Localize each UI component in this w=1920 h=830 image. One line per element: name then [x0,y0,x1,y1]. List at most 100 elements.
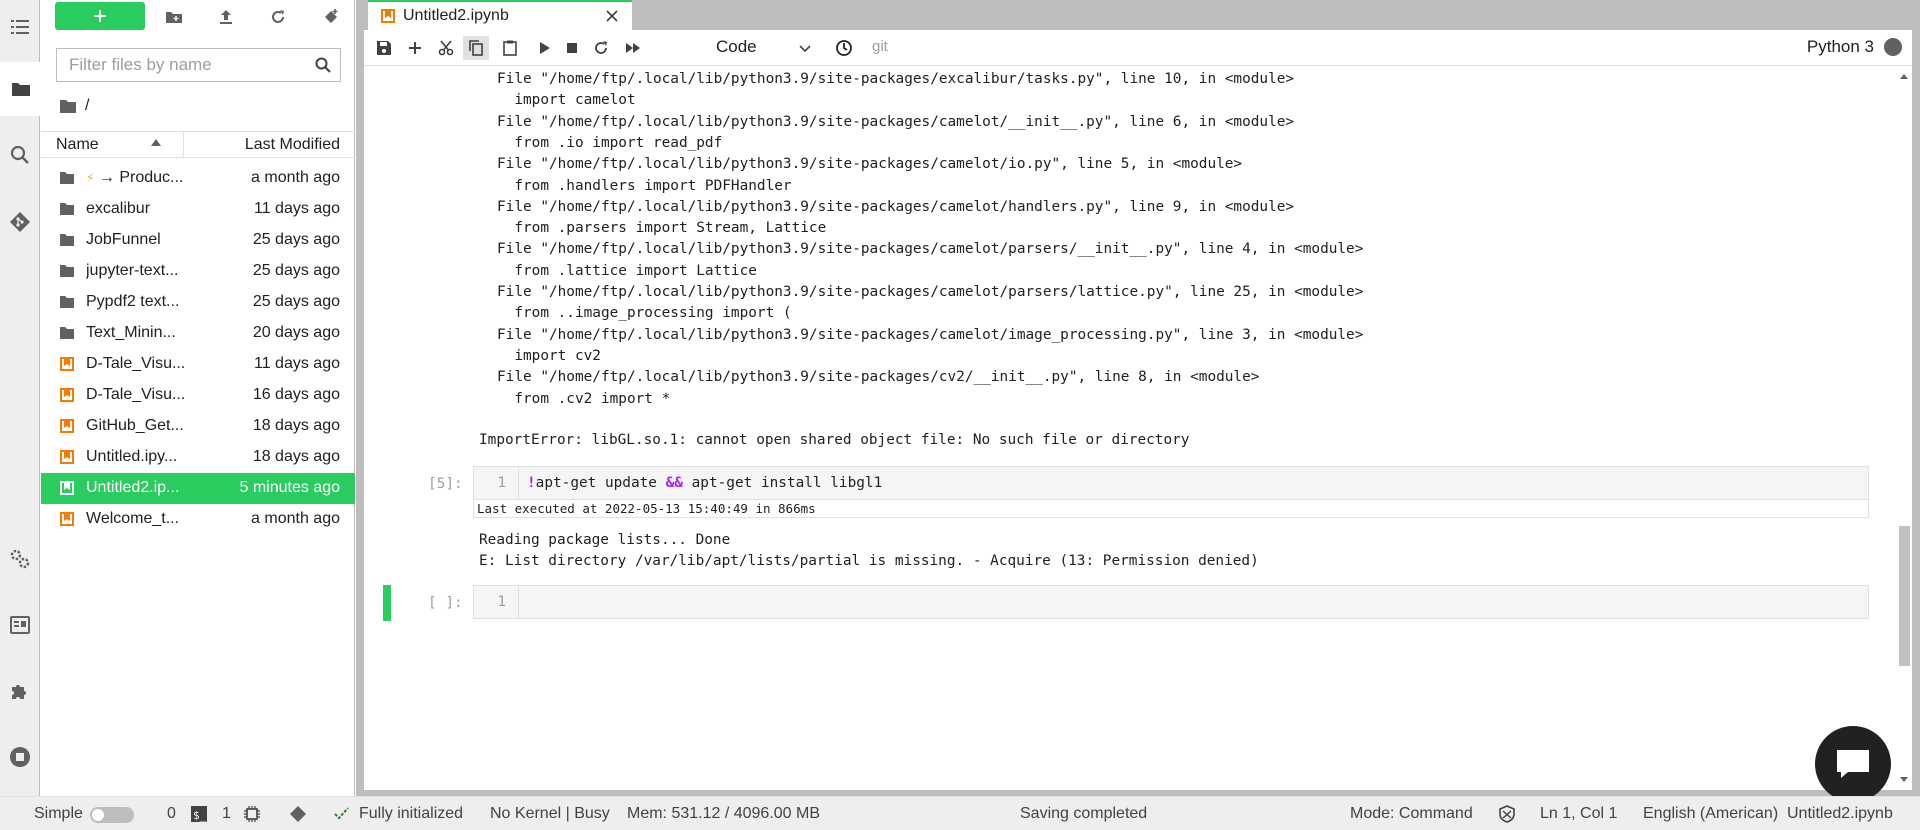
notebook-mode[interactable]: Mode: Command [1350,805,1473,823]
trust-shield-icon[interactable] [1498,805,1516,823]
file-row[interactable]: Pypdf2 text... 25 days ago [41,287,355,318]
file-name: GitHub_Get... [86,417,186,435]
file-row[interactable]: Untitled.ipy... 18 days ago [41,442,355,473]
new-launcher-button[interactable] [55,2,145,30]
file-list-header: Name Last Modified [41,131,355,158]
notebook-icon [381,9,395,23]
stop-icon[interactable] [0,730,40,784]
name-column-header[interactable]: Name [56,136,99,154]
file-row[interactable]: excalibur 11 days ago [41,194,355,225]
svg-text:$_: $_ [193,809,207,822]
file-name-text: Pypdf2 text... [86,293,180,310]
git-diff-label[interactable]: git [872,38,888,55]
file-row[interactable]: Untitled2.ip... 5 minutes ago [41,473,355,504]
file-name-text: JobFunnel [86,231,161,248]
traceback-line: import cv2 [497,347,601,364]
run-icon[interactable] [534,38,554,58]
file-row[interactable]: GitHub_Get... 18 days ago [41,411,355,442]
active-cell-indicator [383,585,391,621]
file-modified: 5 minutes ago [239,479,340,496]
simple-mode-toggle[interactable] [90,807,134,823]
file-modified: 25 days ago [252,262,340,279]
notebook-icon [60,512,74,526]
restart-run-all-icon[interactable] [623,38,643,58]
notebook-scrollbar[interactable] [1896,67,1912,790]
settings-icon[interactable] [0,532,40,586]
save-icon[interactable] [374,38,394,58]
file-row[interactable]: JobFunnel 25 days ago [41,225,355,256]
traceback-line: import camelot [497,92,636,109]
refresh-icon[interactable] [266,5,290,29]
empty-cell-prompt: [ ]: [428,595,463,611]
kernel-name[interactable]: Python 3 [1807,37,1902,57]
file-row[interactable]: D-Tale_Visu... 11 days ago [41,349,355,380]
file-row[interactable]: Text_Minin... 20 days ago [41,318,355,349]
notebook-icon [60,388,74,402]
scroll-down-icon[interactable] [1899,774,1909,784]
scrollbar-thumb[interactable] [1899,526,1910,666]
file-row[interactable]: D-Tale_Visu... 16 days ago [41,380,355,411]
and-operator: && [665,475,683,491]
file-row[interactable]: Welcome_t... a month ago [41,504,355,535]
chat-icon [1837,750,1869,778]
file-name: Text_Minin... [86,324,186,342]
spellcheck-language[interactable]: English (American) [1643,805,1778,823]
upload-icon[interactable] [214,5,238,29]
close-icon[interactable] [604,8,620,24]
chat-widget-button[interactable] [1815,726,1891,802]
insert-cell-icon[interactable] [405,38,425,58]
cell-type-select[interactable]: Code [716,37,816,59]
folder-icon[interactable] [0,62,41,116]
property-inspector-icon[interactable] [0,598,40,652]
kernel-count[interactable]: 1 [222,805,231,823]
git-icon[interactable] [0,195,40,249]
file-modified: 18 days ago [252,448,340,465]
file-name: jupyter-text... [86,262,186,280]
last-modified-column-header[interactable]: Last Modified [245,136,340,154]
empty-cell-editor[interactable]: 1 [473,585,1869,619]
cut-icon[interactable] [436,38,456,58]
new-folder-icon[interactable] [162,5,186,29]
file-modified: 25 days ago [252,293,340,310]
interrupt-icon[interactable] [562,38,582,58]
scroll-up-icon[interactable] [1899,72,1909,82]
folder-icon [60,327,74,339]
paste-icon[interactable] [500,38,520,58]
traceback-line: File "/home/ftp/.local/lib/python3.9/sit… [497,71,1295,87]
breadcrumb-root[interactable]: / [85,97,89,115]
lsp-status[interactable]: Fully initialized [359,805,463,823]
file-name: ⚡ → Produc... [86,169,186,187]
file-row[interactable]: ⚡ → Produc... a month ago [41,163,355,194]
filter-files-input[interactable] [57,49,307,81]
folder-icon [60,234,74,246]
git-clone-icon[interactable] [319,5,343,29]
clock-icon[interactable] [834,38,854,58]
cell-5-editor[interactable]: 1 !apt-get update && apt-get install lib… [473,466,1869,500]
search-icon[interactable] [0,128,40,182]
lsp-check-icon[interactable] [333,805,351,823]
code-part-b: apt-get install libgl1 [682,475,883,491]
traceback-line: File "/home/ftp/.local/lib/python3.9/sit… [497,369,1260,386]
tab-untitled2[interactable]: Untitled2.ipynb [368,0,632,30]
file-modified: a month ago [251,169,340,186]
restart-icon[interactable] [591,38,611,58]
breadcrumb[interactable]: / [59,96,89,116]
import-error-line: ImportError: libGL.so.1: cannot open sha… [479,432,1190,448]
git-icon[interactable] [289,805,307,823]
file-name-text: GitHub_Get... [86,417,184,434]
terminal-icon[interactable]: $_ [190,805,208,823]
file-name-text: excalibur [86,200,151,217]
cpu-icon[interactable] [243,805,261,823]
column-divider[interactable] [183,132,184,158]
cursor-position[interactable]: Ln 1, Col 1 [1540,805,1617,823]
file-name: D-Tale_Visu... [86,386,186,404]
shell-bang: ! [527,475,536,491]
copy-icon[interactable] [463,36,489,60]
terminal-count[interactable]: 0 [167,805,176,823]
extension-icon[interactable] [0,664,40,718]
kernel-state[interactable]: No Kernel | Busy [490,805,610,823]
table-of-contents-icon[interactable] [0,0,40,54]
file-row[interactable]: jupyter-text... 25 days ago [41,256,355,287]
activity-bar [0,0,41,796]
file-name-text: Untitled2.ip... [86,479,180,496]
